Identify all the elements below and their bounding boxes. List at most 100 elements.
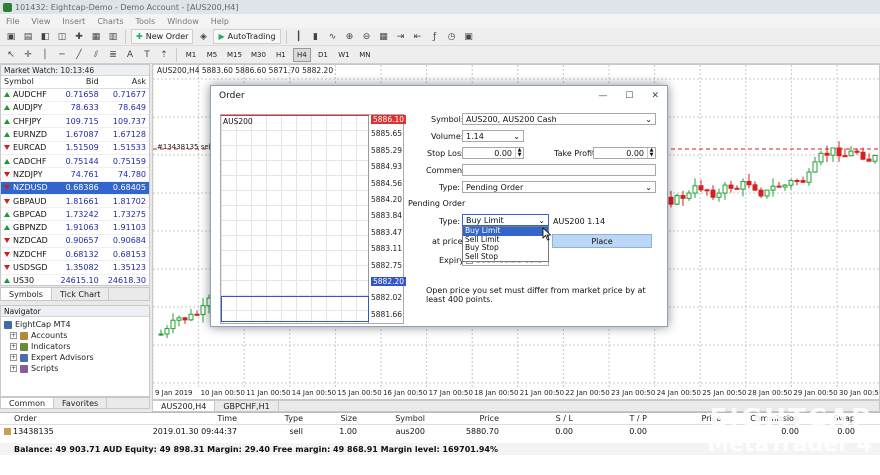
tab-chart-aus200[interactable]: AUS200,H4 [153,401,216,411]
market-watch-row[interactable]: NZDCHF 0.68132 0.68153 [1,247,149,262]
navigator-item-accounts[interactable]: + Accounts [4,330,149,341]
menu-tools[interactable]: Tools [135,17,155,26]
tab-common[interactable]: Common [1,398,55,408]
market-watch-row[interactable]: GBPNZD 1.91063 1.91103 [1,220,149,235]
tester-icon[interactable]: ▥ [106,30,120,44]
profiles-icon[interactable]: ▤ [21,30,35,44]
market-watch-row[interactable]: AUDJPY 78.633 78.649 [1,101,149,116]
tab-favorites[interactable]: Favorites [54,398,108,408]
menu-view[interactable]: View [31,17,50,26]
metaeditor-icon[interactable]: ◈ [196,30,210,44]
menu-insert[interactable]: Insert [62,17,85,26]
timeframe-m5[interactable]: M5 [203,48,221,62]
autotrading-button[interactable]: ▶ AutoTrading [213,29,281,44]
menu-charts[interactable]: Charts [97,17,123,26]
vertical-line-icon[interactable]: │ [38,48,52,62]
arrows-icon[interactable]: ⇡ [157,48,171,62]
label-icon[interactable]: T [140,48,154,62]
market-watch-row[interactable]: EURCAD 1.51509 1.51533 [1,141,149,155]
market-watch-row[interactable]: GBPAUD 1.81661 1.81702 [1,194,149,209]
templates-icon[interactable]: ▣ [462,30,476,44]
periods-icon[interactable]: ◷ [445,30,459,44]
expand-icon[interactable]: + [10,343,17,350]
volume-field[interactable]: 1.14 ⌄ [462,130,524,142]
candlestick-icon[interactable]: ▮ [309,30,323,44]
expand-icon[interactable]: + [10,365,17,372]
minimize-icon[interactable]: — [598,91,607,101]
col-size[interactable]: Size [306,414,360,423]
symbol-select[interactable]: AUS200, AUS200 Cash ⌄ [462,113,656,125]
order-type-select[interactable]: Pending Order ⌄ [462,181,656,193]
col-time[interactable]: Time [60,414,240,423]
timeframe-m30[interactable]: M30 [248,48,269,62]
tile-windows-icon[interactable]: ▦ [377,30,391,44]
col-order[interactable]: Order [0,414,60,423]
pending-type-select[interactable]: Buy Limit ⌄ [462,214,549,226]
fibonacci-icon[interactable]: ≣ [106,48,120,62]
expand-icon[interactable]: + [10,354,17,361]
menu-help[interactable]: Help [211,17,229,26]
trendline-icon[interactable]: ╱ [72,48,86,62]
stoploss-field[interactable]: 0.00 ▲ ▼ [462,147,524,159]
chart-shift-icon[interactable]: ⇤ [411,30,425,44]
market-watch-row[interactable]: NZDJPY 74.761 74.780 [1,167,149,182]
timeframe-d1[interactable]: D1 [314,48,332,62]
market-watch-icon[interactable]: ◧ [38,30,52,44]
horizontal-line-icon[interactable]: ─ [55,48,69,62]
data-window-icon[interactable]: ◫ [55,30,69,44]
maximize-icon[interactable]: ☐ [625,91,633,101]
stoploss-spinner[interactable]: ▲ ▼ [515,148,523,158]
column-header-ask[interactable]: Ask [101,76,149,89]
timeframe-w1[interactable]: W1 [335,48,353,62]
col-sl[interactable]: S / L [502,414,576,423]
navigator-item-indicators[interactable]: + Indicators [4,341,149,352]
tab-tick-chart[interactable]: Tick Chart [52,288,110,300]
column-header-bid[interactable]: Bid [54,76,102,89]
autoscroll-icon[interactable]: ⇥ [394,30,408,44]
tab-chart-gbpchf[interactable]: GBPCHF,H1 [215,401,279,411]
market-watch-row[interactable]: CADCHF 0.75144 0.75159 [1,154,149,169]
bar-chart-icon[interactable]: ┃ [292,30,306,44]
column-header-symbol[interactable]: Symbol [1,76,55,89]
channel-icon[interactable]: ⫽ [89,48,103,62]
timeframe-h1[interactable]: H1 [272,48,290,62]
col-symbol[interactable]: Symbol [360,414,428,423]
timeframe-h4[interactable]: H4 [292,47,311,62]
zoom-out-icon[interactable]: ⊖ [360,30,374,44]
market-watch-row[interactable]: AUDCHF 0.71658 0.71677 [1,88,149,102]
timeframe-m15[interactable]: M15 [224,48,245,62]
col-type[interactable]: Type [240,414,306,423]
navigator-icon[interactable]: ✚ [72,30,86,44]
indicators-icon[interactable]: ƒ [428,30,442,44]
market-watch-row[interactable]: US30 24615.10 24618.30 [1,274,149,285]
place-button[interactable]: Place [552,234,652,248]
market-watch-row[interactable]: CHFJPY 109.715 109.737 [1,114,149,129]
market-watch-row[interactable]: NZDCAD 0.90657 0.90684 [1,234,149,249]
timeframe-m1[interactable]: M1 [182,48,200,62]
market-watch-row[interactable]: NZDUSD 0.68386 0.68405 [1,181,149,195]
timeframe-mn[interactable]: MN [356,48,374,62]
tab-symbols[interactable]: Symbols [1,288,52,300]
navigator-item-expert-advisors[interactable]: + Expert Advisors [4,352,149,363]
comment-field[interactable] [462,164,656,176]
market-watch-row[interactable]: USDSGD 1.35082 1.35123 [1,260,149,275]
market-watch-row[interactable]: EURNZD 1.67087 1.67128 [1,127,149,142]
expand-icon[interactable]: + [10,332,17,339]
close-icon[interactable]: ✕ [651,91,659,101]
terminal-icon[interactable]: ▦ [89,30,103,44]
new-order-button[interactable]: ✚ New Order [131,29,194,44]
col-price[interactable]: Price [428,414,502,423]
takeprofit-spinner[interactable]: ▲ ▼ [647,148,655,158]
navigator-root[interactable]: EightCap MT4 [4,319,149,330]
menu-window[interactable]: Window [167,17,199,26]
col-tp[interactable]: T / P [576,414,650,423]
market-watch-row[interactable]: GBPCAD 1.73242 1.73275 [1,207,149,222]
cursor-icon[interactable]: ↖ [4,48,18,62]
dropdown-option-sell-stop[interactable]: Sell Stop [463,252,548,262]
new-chart-icon[interactable]: ▣ [4,30,18,44]
text-icon[interactable]: A [123,48,137,62]
crosshair-icon[interactable]: ✛ [21,48,35,62]
line-chart-icon[interactable]: ∿ [326,30,340,44]
zoom-in-icon[interactable]: ⊕ [343,30,357,44]
takeprofit-field[interactable]: 0.00 ▲ ▼ [593,147,656,159]
